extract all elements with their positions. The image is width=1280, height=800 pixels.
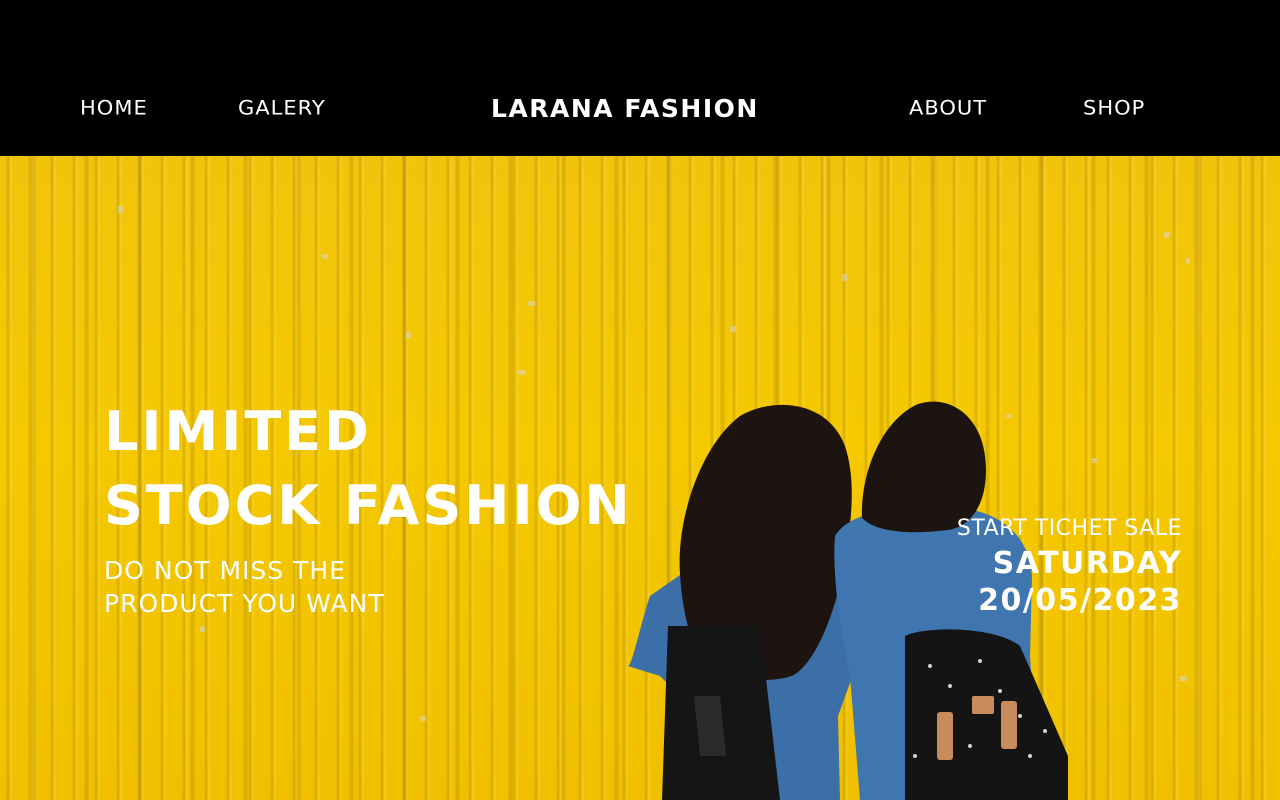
- hero-subtitle-line-1: DO NOT MISS THE: [104, 556, 346, 585]
- person-left: [628, 404, 858, 800]
- nav-shop-link[interactable]: SHOP: [1083, 97, 1145, 120]
- ticket-sale-day: SATURDAY: [992, 546, 1182, 581]
- ticket-sale-date: 20/05/2023: [978, 583, 1182, 618]
- hero-headline-line-1: LIMITED: [104, 400, 372, 463]
- hero-subtitle-line-2: PRODUCT YOU WANT: [104, 589, 385, 618]
- nav-about-link[interactable]: ABOUT: [909, 97, 987, 120]
- brand-logo-link[interactable]: LARANA FASHION: [491, 94, 759, 123]
- ticket-sale-label: START TICHET SALE: [956, 516, 1182, 541]
- top-navigation-bar: HOME GALERY LARANA FASHION ABOUT SHOP: [0, 0, 1280, 156]
- nav-galery-link[interactable]: GALERY: [238, 97, 326, 120]
- hero-section: LIMITED STOCK FASHION DO NOT MISS THE PR…: [0, 156, 1280, 800]
- nav-home-link[interactable]: HOME: [80, 97, 148, 120]
- hero-headline-line-2: STOCK FASHION: [104, 474, 633, 537]
